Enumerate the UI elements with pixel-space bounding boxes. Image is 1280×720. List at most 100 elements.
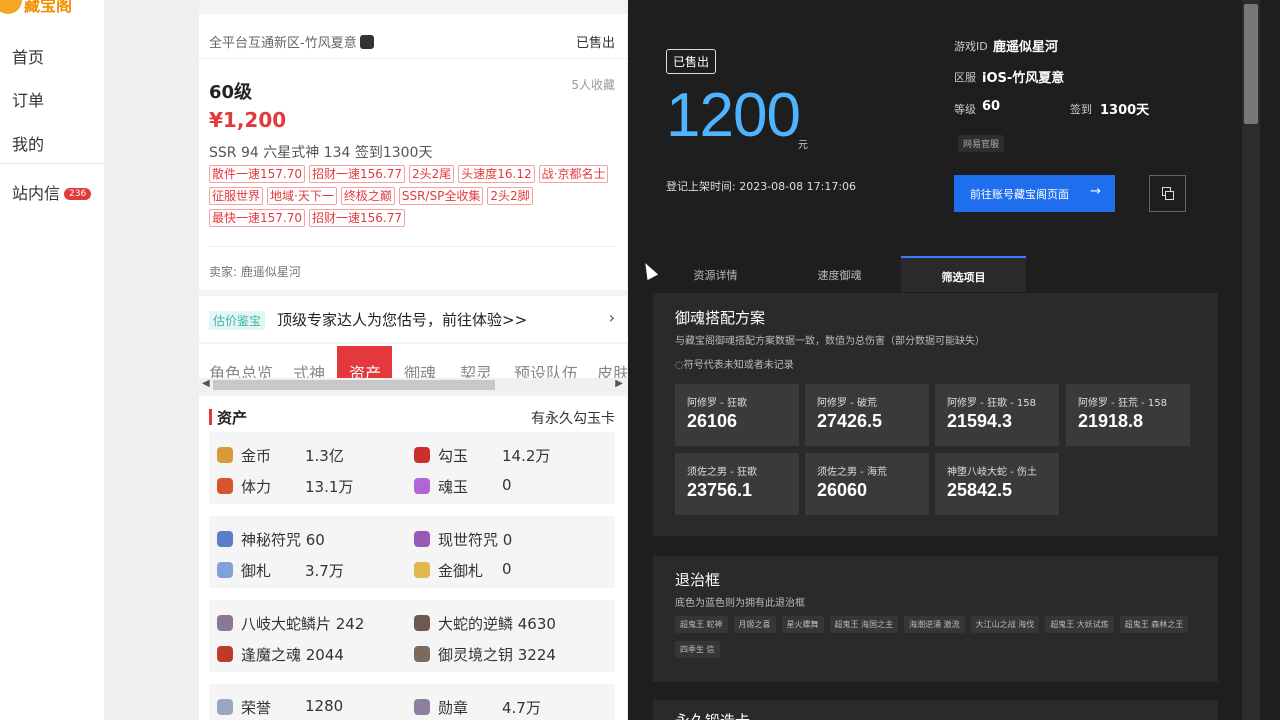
stat-label: 须佐之男 - 海荒 [817, 467, 887, 478]
product-tag: 招财一速156.77 [309, 165, 405, 183]
frame-chip: 超鬼王 大妖试炼 [1045, 616, 1114, 633]
stat-value: 27426.5 [817, 411, 883, 431]
product-tag: 终极之巅 [340, 187, 395, 205]
apple-icon [359, 35, 374, 49]
signin-value: 1300天 [1100, 103, 1150, 118]
asset-value: 14.2万 [502, 447, 551, 465]
product-tag: 散件一速157.70 [209, 165, 305, 183]
asset-name: 体力 [241, 478, 272, 496]
divider [199, 58, 627, 59]
frame-chip: 星火蝶舞 [781, 616, 824, 633]
reverse-scale-icon [414, 615, 430, 631]
plan-title: 御魂搭配方案 [675, 309, 766, 327]
goto-label: 前往账号藏宝阁页面 [970, 188, 1069, 201]
asset-group: 荣誉 1280 勋章 4.7万 [209, 684, 615, 720]
logo[interactable]: 藏宝阁 [0, 0, 90, 18]
asset-item: 勋章 4.7万 [414, 697, 541, 718]
product-tag: 最快一速157.70 [209, 209, 305, 227]
scroll-left-icon[interactable]: ◀ [202, 378, 210, 389]
asset-name: 勋章 [438, 699, 469, 717]
server-label: 区服 [954, 71, 976, 84]
appraise-text: 顶级专家达人为您估号，前往体验>> [277, 311, 528, 329]
tab-resource-detail[interactable]: 资源详情 [653, 256, 778, 292]
asset-value: 3.7万 [305, 562, 344, 580]
detail-panel: 已售出 1200 元 登记上架时间: 2023-08-08 17:17:06 游… [628, 0, 1280, 720]
scroll-thumb[interactable] [213, 380, 495, 390]
scroll-right-icon[interactable]: ▶ [615, 378, 623, 389]
asset-value: 0 [502, 476, 512, 494]
asset-item: 大蛇的逆鳞 4630 [414, 613, 556, 634]
signin-label: 签到 [1070, 103, 1092, 116]
copy-button[interactable] [1149, 175, 1186, 212]
product-tag: 战·京都名士 [538, 165, 609, 183]
page-scrollbar[interactable] [1242, 0, 1260, 720]
asset-item: 金币 1.3亿 [217, 445, 344, 466]
tab-scrollbar[interactable]: ◀ ▶ [199, 378, 627, 392]
assets-card: 资产 有永久勾玉卡 金币 1.3亿 勾玉 14.2万 体力 13.1万 魂玉 0 神秘符… [199, 396, 627, 720]
level-label: 等级 [954, 103, 976, 116]
plan-stat: 阿修罗 - 狂歌 26106 [675, 384, 799, 446]
asset-name: 荣誉 [241, 699, 272, 717]
frame-chip: 超鬼王 森林之王 [1119, 616, 1189, 633]
product-tag: 征服世界 [209, 187, 264, 205]
left-nav: 藏宝阁 首页 订单 我的 站内信 236 [0, 0, 104, 720]
product-tag: 2头2尾 [409, 165, 455, 183]
stat-value: 23756.1 [687, 480, 753, 500]
asset-name: 御札 [241, 562, 272, 580]
asset-name: 八岐大蛇鳞片 242 [241, 615, 365, 633]
nav-item-mine[interactable]: 我的 [12, 131, 44, 155]
product-tag: 头速度16.12 [458, 165, 535, 183]
asset-item: 现世符咒 0 [414, 529, 512, 550]
product-column: 全平台互通新区-竹风夏意 已售出 60级 5人收藏 ¥1,200 SSR 94 … [199, 0, 627, 720]
key-icon [414, 646, 430, 662]
honor-icon [217, 699, 233, 715]
stat-value: 25842.5 [947, 480, 1013, 500]
product-summary: SSR 94 六星式神 134 签到1300天 [209, 145, 433, 161]
chevron-right-icon[interactable]: › [609, 308, 615, 327]
stat-label: 神堕八岐大蛇 - 伤土 [947, 467, 1037, 478]
nav-item-home[interactable]: 首页 [12, 44, 44, 68]
plan-subtitle: 与藏宝阁御魂搭配方案数据一致，数值为总伤害（部分数据可能缺失） [675, 336, 985, 347]
nav-item-inbox[interactable]: 站内信 236 [12, 180, 92, 204]
asset-group: 金币 1.3亿 勾玉 14.2万 体力 13.1万 魂玉 0 [209, 432, 615, 504]
appraise-tag: 估价鉴宝 [209, 311, 266, 330]
goto-cbg-button[interactable]: 前往账号藏宝阁页面 → [954, 175, 1115, 212]
listed-time: 登记上架时间: 2023-08-08 17:17:06 [666, 180, 857, 193]
page-scroll-thumb[interactable] [1244, 4, 1258, 124]
stat-value: 21594.3 [947, 411, 1013, 431]
asset-item: 荣誉 1280 [217, 697, 343, 718]
server-name: 全平台互通新区-竹风夏意 [209, 32, 374, 51]
divider [209, 246, 615, 247]
plan-stat: 阿修罗 - 狂歌 - 158 21594.3 [935, 384, 1059, 446]
arrow-right-icon: → [1090, 184, 1101, 199]
detail-tabs: 资源详情 速度御魂 筛选项目 [653, 256, 1233, 292]
plan-stat: 须佐之男 - 海荒 26060 [805, 453, 929, 515]
orochi-scale-icon [217, 615, 233, 631]
product-price: ¥1,200 [209, 108, 287, 132]
asset-item: 御灵境之钥 3224 [414, 644, 556, 665]
frames-subtitle: 底色为蓝色则为拥有此退治框 [675, 598, 805, 609]
coin-icon [217, 447, 233, 463]
tab-speed-yuhun[interactable]: 速度御魂 [777, 256, 902, 292]
favorite-count[interactable]: 5人收藏 [571, 76, 615, 93]
asset-value: 1.3亿 [305, 447, 344, 465]
asset-group: 神秘符咒 60 现世符咒 0 御札 3.7万 金御札 0 [209, 516, 615, 588]
appraise-banner[interactable]: 估价鉴宝 顶级专家达人为您估号，前往体验>> › [199, 296, 627, 342]
asset-name: 神秘符咒 60 [241, 531, 325, 549]
product-tag: 地域·天下一 [267, 187, 337, 205]
server-value: iOS-竹风夏意 [982, 71, 1065, 86]
product-tag: SSR/SP全收集 [398, 187, 484, 205]
tab-filter-items[interactable]: 筛选项目 [901, 256, 1026, 292]
stat-label: 须佐之男 - 狂歌 [687, 467, 757, 478]
frames-list: 超鬼王 蛇神 月姬之喜 星火蝶舞 超鬼王 海国之主 海潮逆涌 激流 大江山之战 海伐 超鬼王… [675, 616, 1205, 658]
stat-label: 阿修罗 - 狂荒 - 158 [1078, 398, 1168, 409]
mystery-amulet-icon [217, 531, 233, 547]
jade-icon [414, 447, 430, 463]
game-id-value: 鹿遥似星河 [993, 40, 1059, 55]
nav-item-orders[interactable]: 订单 [12, 87, 44, 111]
section-marker [209, 409, 212, 425]
sold-badge: 已售出 [666, 49, 717, 74]
frame-chip: 超鬼王 海国之主 [829, 616, 899, 633]
asset-item: 体力 13.1万 [217, 476, 353, 497]
detail-price: 1200 [666, 81, 801, 150]
